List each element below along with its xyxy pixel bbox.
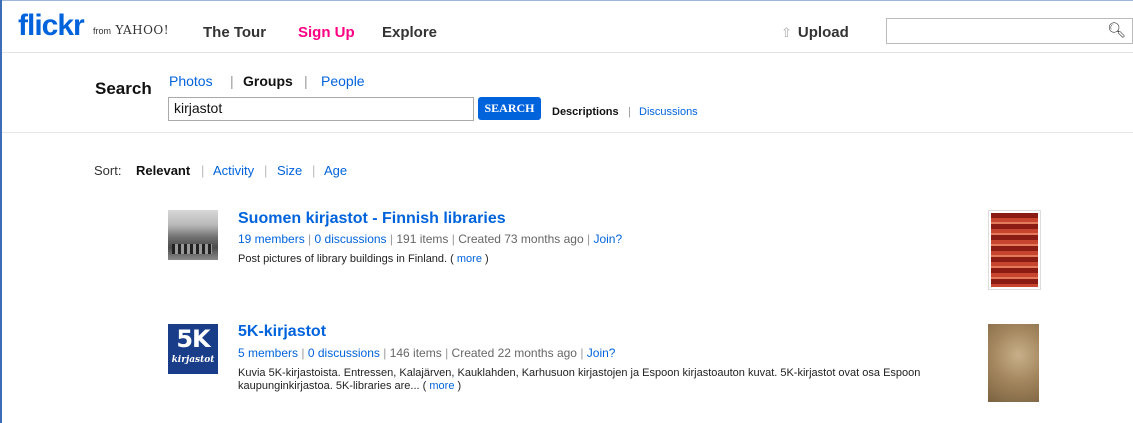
group-icon-5k-kirjastot[interactable]: 5K kirjastot [168,324,218,374]
group-join-link[interactable]: Join? [593,232,622,246]
search-tab-groups[interactable]: Groups [243,73,293,89]
sort-separator: | [201,163,205,178]
group-created: Created 22 months ago [451,346,577,360]
header-search-input[interactable]: 🔍︎ [886,18,1133,44]
group-description: Kuvia 5K-kirjastoista. Entressen, Kalajä… [238,367,921,392]
search-scope-descriptions[interactable]: Descriptions [552,106,619,118]
window-left-border [0,0,2,423]
group-discussions-link[interactable]: 0 discussions [308,346,380,360]
more-link[interactable]: more [457,253,482,265]
group-icon-suomen-kirjastot[interactable] [168,210,218,260]
nav-the-tour[interactable]: The Tour [203,24,266,41]
group-thumbnail[interactable] [988,210,1041,290]
sort-age[interactable]: Age [324,163,347,178]
group-search-input[interactable]: kirjastot [168,97,474,121]
group-description: Post pictures of library buildings in Fi… [238,253,489,265]
search-divider [2,132,1133,133]
more-link[interactable]: more [429,380,454,392]
group-created: Created 73 months ago [458,232,584,246]
sort-relevant[interactable]: Relevant [136,163,190,178]
scope-separator: | [628,106,631,118]
search-icon[interactable]: 🔍︎ [1107,21,1126,39]
group-discussions-link[interactable]: 0 discussions [315,232,387,246]
group-title-link[interactable]: 5K-kirjastot [238,323,326,341]
upload-link[interactable]: ⇧ Upload [781,24,849,41]
nav-explore[interactable]: Explore [382,24,437,41]
sort-size[interactable]: Size [277,163,302,178]
group-join-link[interactable]: Join? [587,346,616,360]
search-heading: Search [95,79,152,98]
group-items-count: 191 items [396,232,449,246]
from-yahoo-label: from YAHOO! [93,23,170,37]
sort-separator: | [312,163,316,178]
group-meta: 5 members | 0 discussions | 146 items | … [238,346,616,360]
search-scope-discussions[interactable]: Discussions [639,106,698,118]
sort-heading: Sort: [94,163,122,178]
group-title-link[interactable]: Suomen kirjastot - Finnish libraries [238,210,506,228]
logo-text: flickr [18,9,85,42]
tab-separator: | [304,73,308,89]
group-items-count: 146 items [389,346,442,360]
header-divider [2,52,1133,53]
group-members-link[interactable]: 5 members [238,346,298,360]
tab-separator: | [230,73,234,89]
group-thumbnail[interactable] [988,324,1039,402]
sort-separator: | [264,163,268,178]
search-tab-photos[interactable]: Photos [169,73,213,89]
search-button[interactable]: SEARCH [478,97,541,120]
nav-sign-up[interactable]: Sign Up [298,24,355,41]
group-meta: 19 members | 0 discussions | 191 items |… [238,232,623,246]
flickr-logo[interactable]: flickr from YAHOO! [18,11,169,41]
sort-activity[interactable]: Activity [213,163,254,178]
site-header: flickr from YAHOO! The Tour Sign Up Expl… [2,1,1133,51]
group-members-link[interactable]: 19 members [238,232,305,246]
upload-arrow-icon: ⇧ [781,25,792,40]
search-tab-people[interactable]: People [321,73,365,89]
